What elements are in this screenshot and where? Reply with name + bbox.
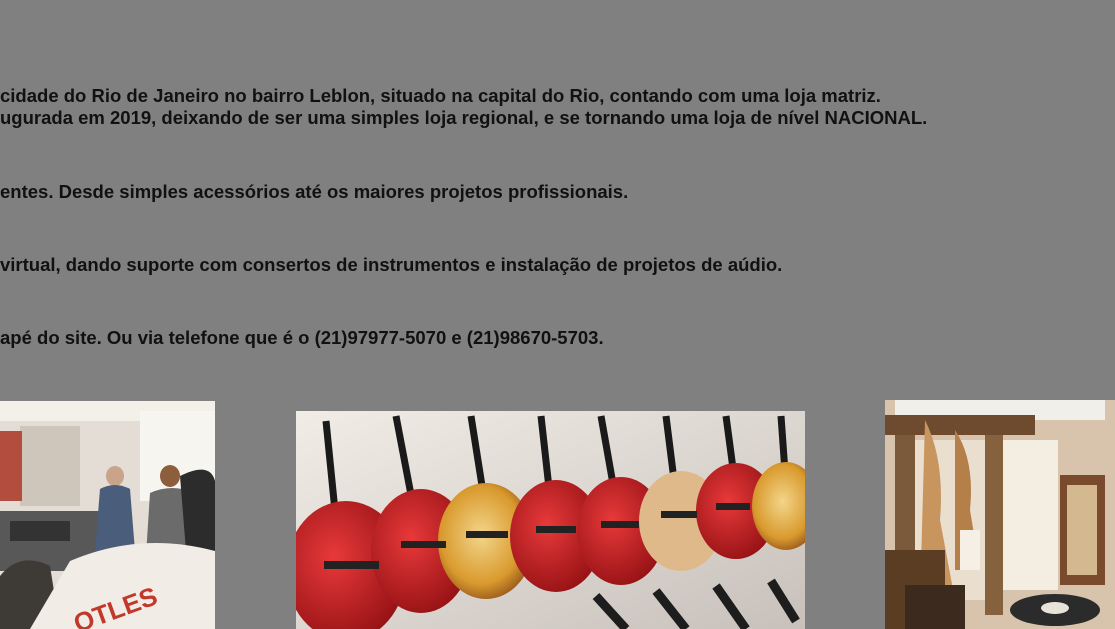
about-paragraph-contact: apé do site. Ou via telefone que é o (21… [0,327,604,348]
about-paragraph-services: virtual, dando suporte com consertos de … [0,254,783,275]
about-text-line: ugurada em 2019, deixando de ser uma sim… [0,107,928,128]
about-text-line: cidade do Rio de Janeiro no bairro Leblo… [0,85,881,106]
record-shop-photo [885,400,1115,629]
store-interior-photo: OTLES [0,401,215,629]
guitar-wall-photo [296,411,805,629]
about-paragraph-products: entes. Desde simples acessórios até os m… [0,181,629,202]
about-paragraph-location: cidade do Rio de Janeiro no bairro Leblo… [0,85,927,129]
